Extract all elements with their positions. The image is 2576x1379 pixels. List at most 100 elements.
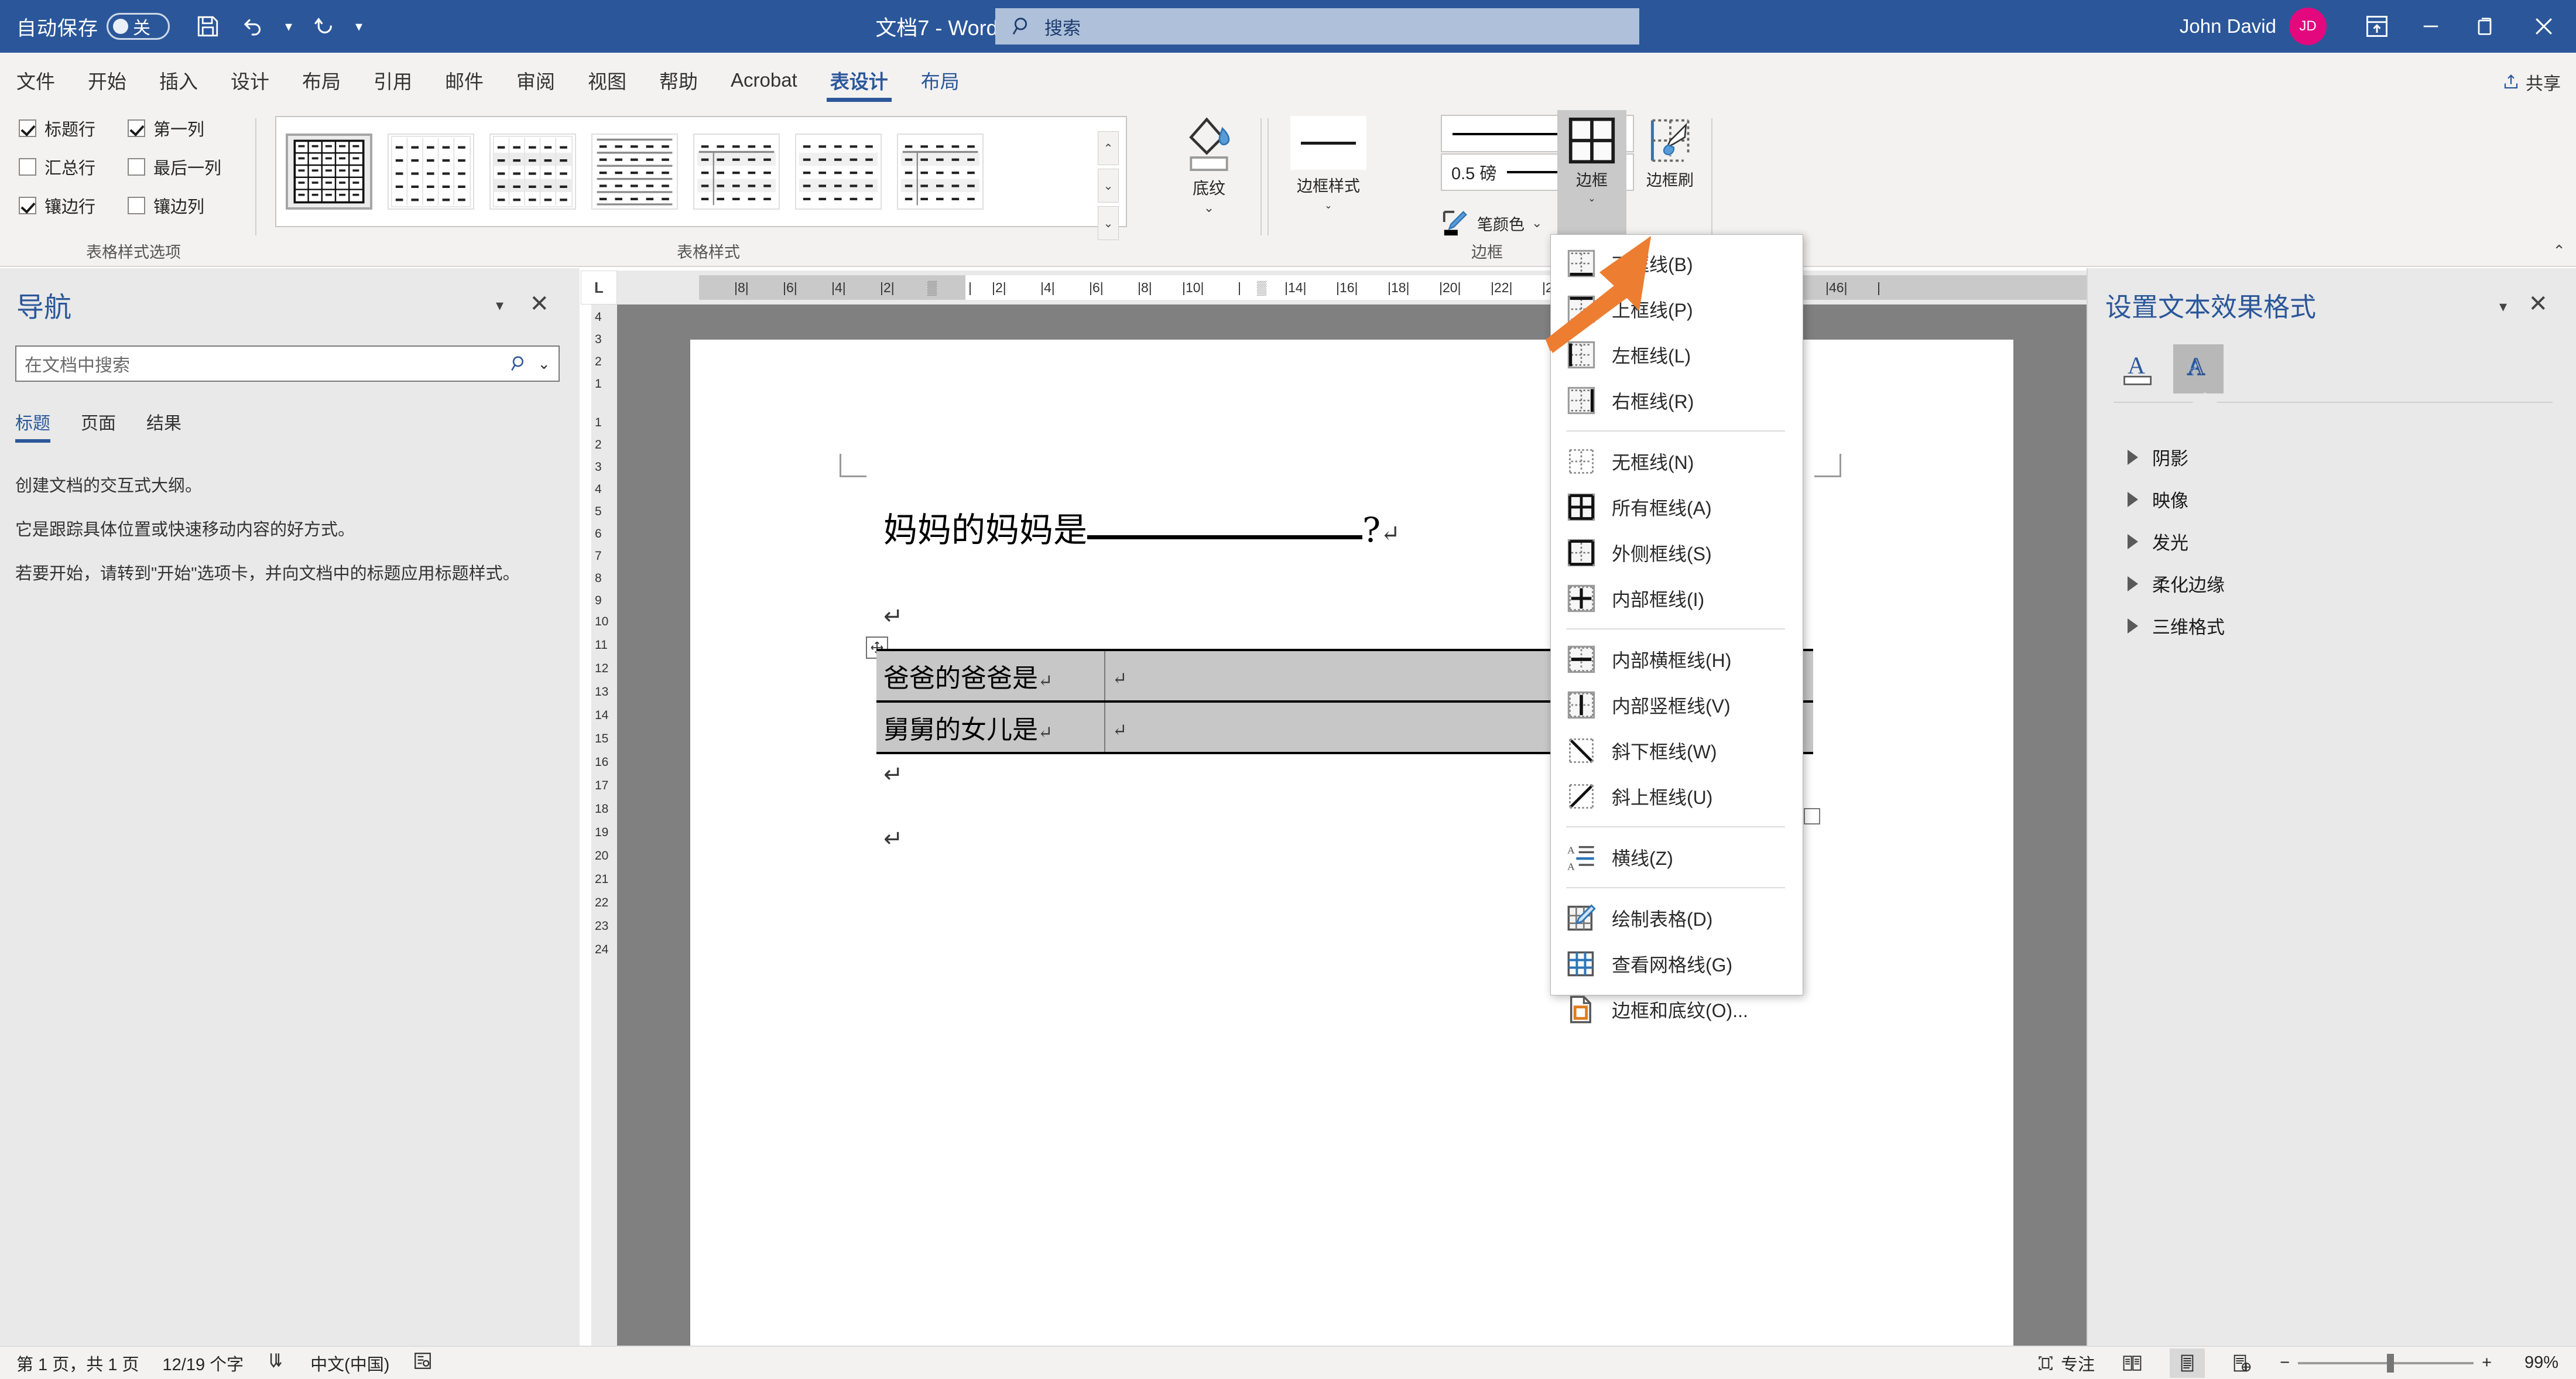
page-info[interactable]: 第 1 页，共 1 页: [16, 1351, 139, 1375]
table-style-thumb[interactable]: [388, 134, 474, 210]
undo-dropdown-icon[interactable]: ▾: [276, 5, 301, 48]
checkbox-header-row[interactable]: 标题行: [19, 116, 95, 141]
tab-design[interactable]: 设计: [214, 57, 286, 103]
language-indicator[interactable]: 中文(中国): [310, 1351, 389, 1375]
menu-item-border-none[interactable]: 无框线(N): [1551, 439, 1803, 484]
checkbox-last-column[interactable]: 最后一列: [128, 155, 221, 179]
banded-columns-checkbox[interactable]: [128, 197, 145, 214]
menu-item-border-inside-horizontal[interactable]: 内部横框线(H): [1551, 637, 1803, 682]
focus-mode-button[interactable]: 专注: [2036, 1351, 2095, 1375]
scroll-up-icon[interactable]: ⌃: [1098, 131, 1119, 165]
tab-stop-selector[interactable]: L: [581, 271, 617, 304]
proofing-icon[interactable]: [267, 1351, 287, 1375]
tab-help[interactable]: 帮助: [643, 57, 714, 103]
share-button[interactable]: 共享: [2502, 69, 2561, 95]
menu-item-borders-and-shading[interactable]: 边框和底纹(O)...: [1551, 987, 1803, 1032]
text-effects-item-glow[interactable]: 发光: [2128, 528, 2188, 555]
header-row-checkbox[interactable]: [19, 119, 36, 137]
minimize-icon[interactable]: [2404, 0, 2458, 53]
last-column-checkbox[interactable]: [128, 158, 145, 176]
table-style-thumb[interactable]: [693, 134, 780, 210]
chevron-right-icon[interactable]: [2128, 449, 2138, 465]
navigation-pane-close-icon[interactable]: ✕: [529, 290, 549, 317]
undo-icon[interactable]: [231, 5, 276, 48]
nav-tab-headings[interactable]: 标题: [15, 409, 66, 443]
scroll-down-icon[interactable]: ⌄: [1098, 169, 1119, 203]
table-cell[interactable]: 爸爸的爸爸是↵: [876, 649, 1105, 703]
menu-item-view-gridlines[interactable]: 查看网格线(G): [1551, 941, 1803, 987]
text-effects-pane-menu-icon[interactable]: ▾: [2499, 297, 2507, 316]
banded-rows-checkbox[interactable]: [19, 197, 36, 214]
first-column-checkbox[interactable]: [128, 119, 145, 137]
menu-item-horizontal-line[interactable]: A A 横线(Z): [1551, 834, 1803, 880]
menu-item-border-diagonal-up[interactable]: 斜上框线(U): [1551, 774, 1803, 819]
qat-more-icon[interactable]: ▾: [347, 5, 371, 48]
tab-references[interactable]: 引用: [357, 57, 429, 103]
avatar[interactable]: JD: [2289, 8, 2327, 45]
restore-icon[interactable]: [2458, 0, 2512, 53]
document-page[interactable]: 妈妈的妈妈是 ?↵ ↵ 爸爸的爸爸是↵ ↵ 舅舅的女儿是↵ ↵ ↵ ↵: [690, 340, 2013, 1347]
chevron-down-icon[interactable]: ⌄: [1204, 201, 1214, 214]
document-canvas[interactable]: 妈妈的妈妈是 ?↵ ↵ 爸爸的爸爸是↵ ↵ 舅舅的女儿是↵ ↵ ↵ ↵: [617, 304, 2087, 1347]
navigation-search-caret-icon[interactable]: ⌄: [537, 355, 550, 373]
user-name[interactable]: John David: [2180, 15, 2276, 37]
table-style-thumb[interactable]: [591, 134, 678, 210]
autosave-toggle[interactable]: 关: [107, 13, 170, 40]
tab-table-design[interactable]: 表设计: [814, 57, 905, 103]
collapse-ribbon-icon[interactable]: ⌃: [2553, 242, 2565, 260]
search-input[interactable]: 搜索: [995, 8, 1639, 45]
zoom-in-icon[interactable]: +: [2482, 1353, 2492, 1373]
text-effects-icon[interactable]: A A: [2173, 344, 2224, 393]
table-style-thumb[interactable]: [286, 134, 372, 210]
tab-table-layout[interactable]: 布局: [905, 57, 976, 103]
menu-item-border-inside-vertical[interactable]: 内部竖框线(V): [1551, 682, 1803, 728]
text-effects-pane-close-icon[interactable]: ✕: [2528, 290, 2548, 317]
tab-home[interactable]: 开始: [71, 57, 143, 103]
menu-item-border-outside[interactable]: 外侧框线(S): [1551, 530, 1803, 576]
tab-review[interactable]: 审阅: [500, 57, 571, 103]
zoom-slider[interactable]: − +: [2280, 1353, 2492, 1373]
accessibility-icon[interactable]: [413, 1351, 433, 1375]
borders-button[interactable]: 边框 ⌄: [1557, 110, 1626, 245]
web-layout-icon[interactable]: [2225, 1349, 2260, 1378]
table-cell[interactable]: 舅舅的女儿是↵: [876, 700, 1105, 754]
menu-item-border-left[interactable]: 左框线(L): [1551, 332, 1803, 378]
tab-acrobat[interactable]: Acrobat: [714, 57, 814, 103]
chevron-down-icon[interactable]: ⌄: [1532, 215, 1542, 231]
tab-insert[interactable]: 插入: [143, 57, 214, 103]
tab-layout[interactable]: 布局: [286, 57, 357, 103]
text-effects-item-3d-format[interactable]: 三维格式: [2128, 612, 2225, 639]
zoom-out-icon[interactable]: −: [2280, 1353, 2290, 1373]
vertical-ruler[interactable]: 4321 1234 5678 9 10 11 12 13 14 15 16 17 18 19 20…: [591, 304, 617, 1347]
gallery-more-icon[interactable]: ⌄: [1098, 206, 1119, 240]
menu-item-border-right[interactable]: 右框线(R): [1551, 378, 1803, 423]
navigation-pane-menu-icon[interactable]: ▾: [496, 296, 503, 314]
chevron-down-icon[interactable]: ⌄: [1588, 193, 1595, 204]
zoom-track[interactable]: [2298, 1353, 2474, 1373]
border-style-button[interactable]: 边框样式 ⌄: [1282, 116, 1375, 242]
menu-item-border-bottom[interactable]: 下框线(B): [1551, 241, 1803, 286]
tab-mailings[interactable]: 邮件: [429, 57, 500, 103]
tab-file[interactable]: 文件: [0, 57, 71, 103]
horizontal-ruler[interactable]: |8| |6| |4| |2| ▒ | |2| |4| |6| |8| |10|…: [617, 271, 2087, 304]
chevron-right-icon[interactable]: [2128, 618, 2138, 634]
zoom-level[interactable]: 99%: [2512, 1353, 2558, 1373]
table-style-thumb[interactable]: [795, 134, 882, 210]
menu-item-border-top[interactable]: 上框线(P): [1551, 286, 1803, 332]
menu-item-border-all[interactable]: 所有框线(A): [1551, 484, 1803, 530]
checkbox-banded-rows[interactable]: 镶边行: [19, 193, 95, 218]
table-resize-handle-icon[interactable]: [1804, 808, 1820, 824]
navigation-search-input[interactable]: 在文档中搜索 ⌄: [15, 345, 560, 382]
redo-icon[interactable]: [301, 5, 347, 48]
chevron-right-icon[interactable]: [2128, 491, 2138, 507]
table-style-thumb[interactable]: [897, 134, 984, 210]
word-count[interactable]: 12/19 个字: [163, 1351, 244, 1375]
chevron-right-icon[interactable]: [2128, 576, 2138, 591]
text-effects-item-reflection[interactable]: 映像: [2128, 486, 2188, 512]
text-effects-item-soft-edges[interactable]: 柔化边缘: [2128, 570, 2225, 597]
search-icon[interactable]: [509, 354, 529, 374]
tab-view[interactable]: 视图: [571, 57, 643, 103]
zoom-thumb[interactable]: [2387, 1353, 2395, 1373]
checkbox-total-row[interactable]: 汇总行: [19, 155, 95, 179]
chevron-right-icon[interactable]: [2128, 533, 2138, 549]
